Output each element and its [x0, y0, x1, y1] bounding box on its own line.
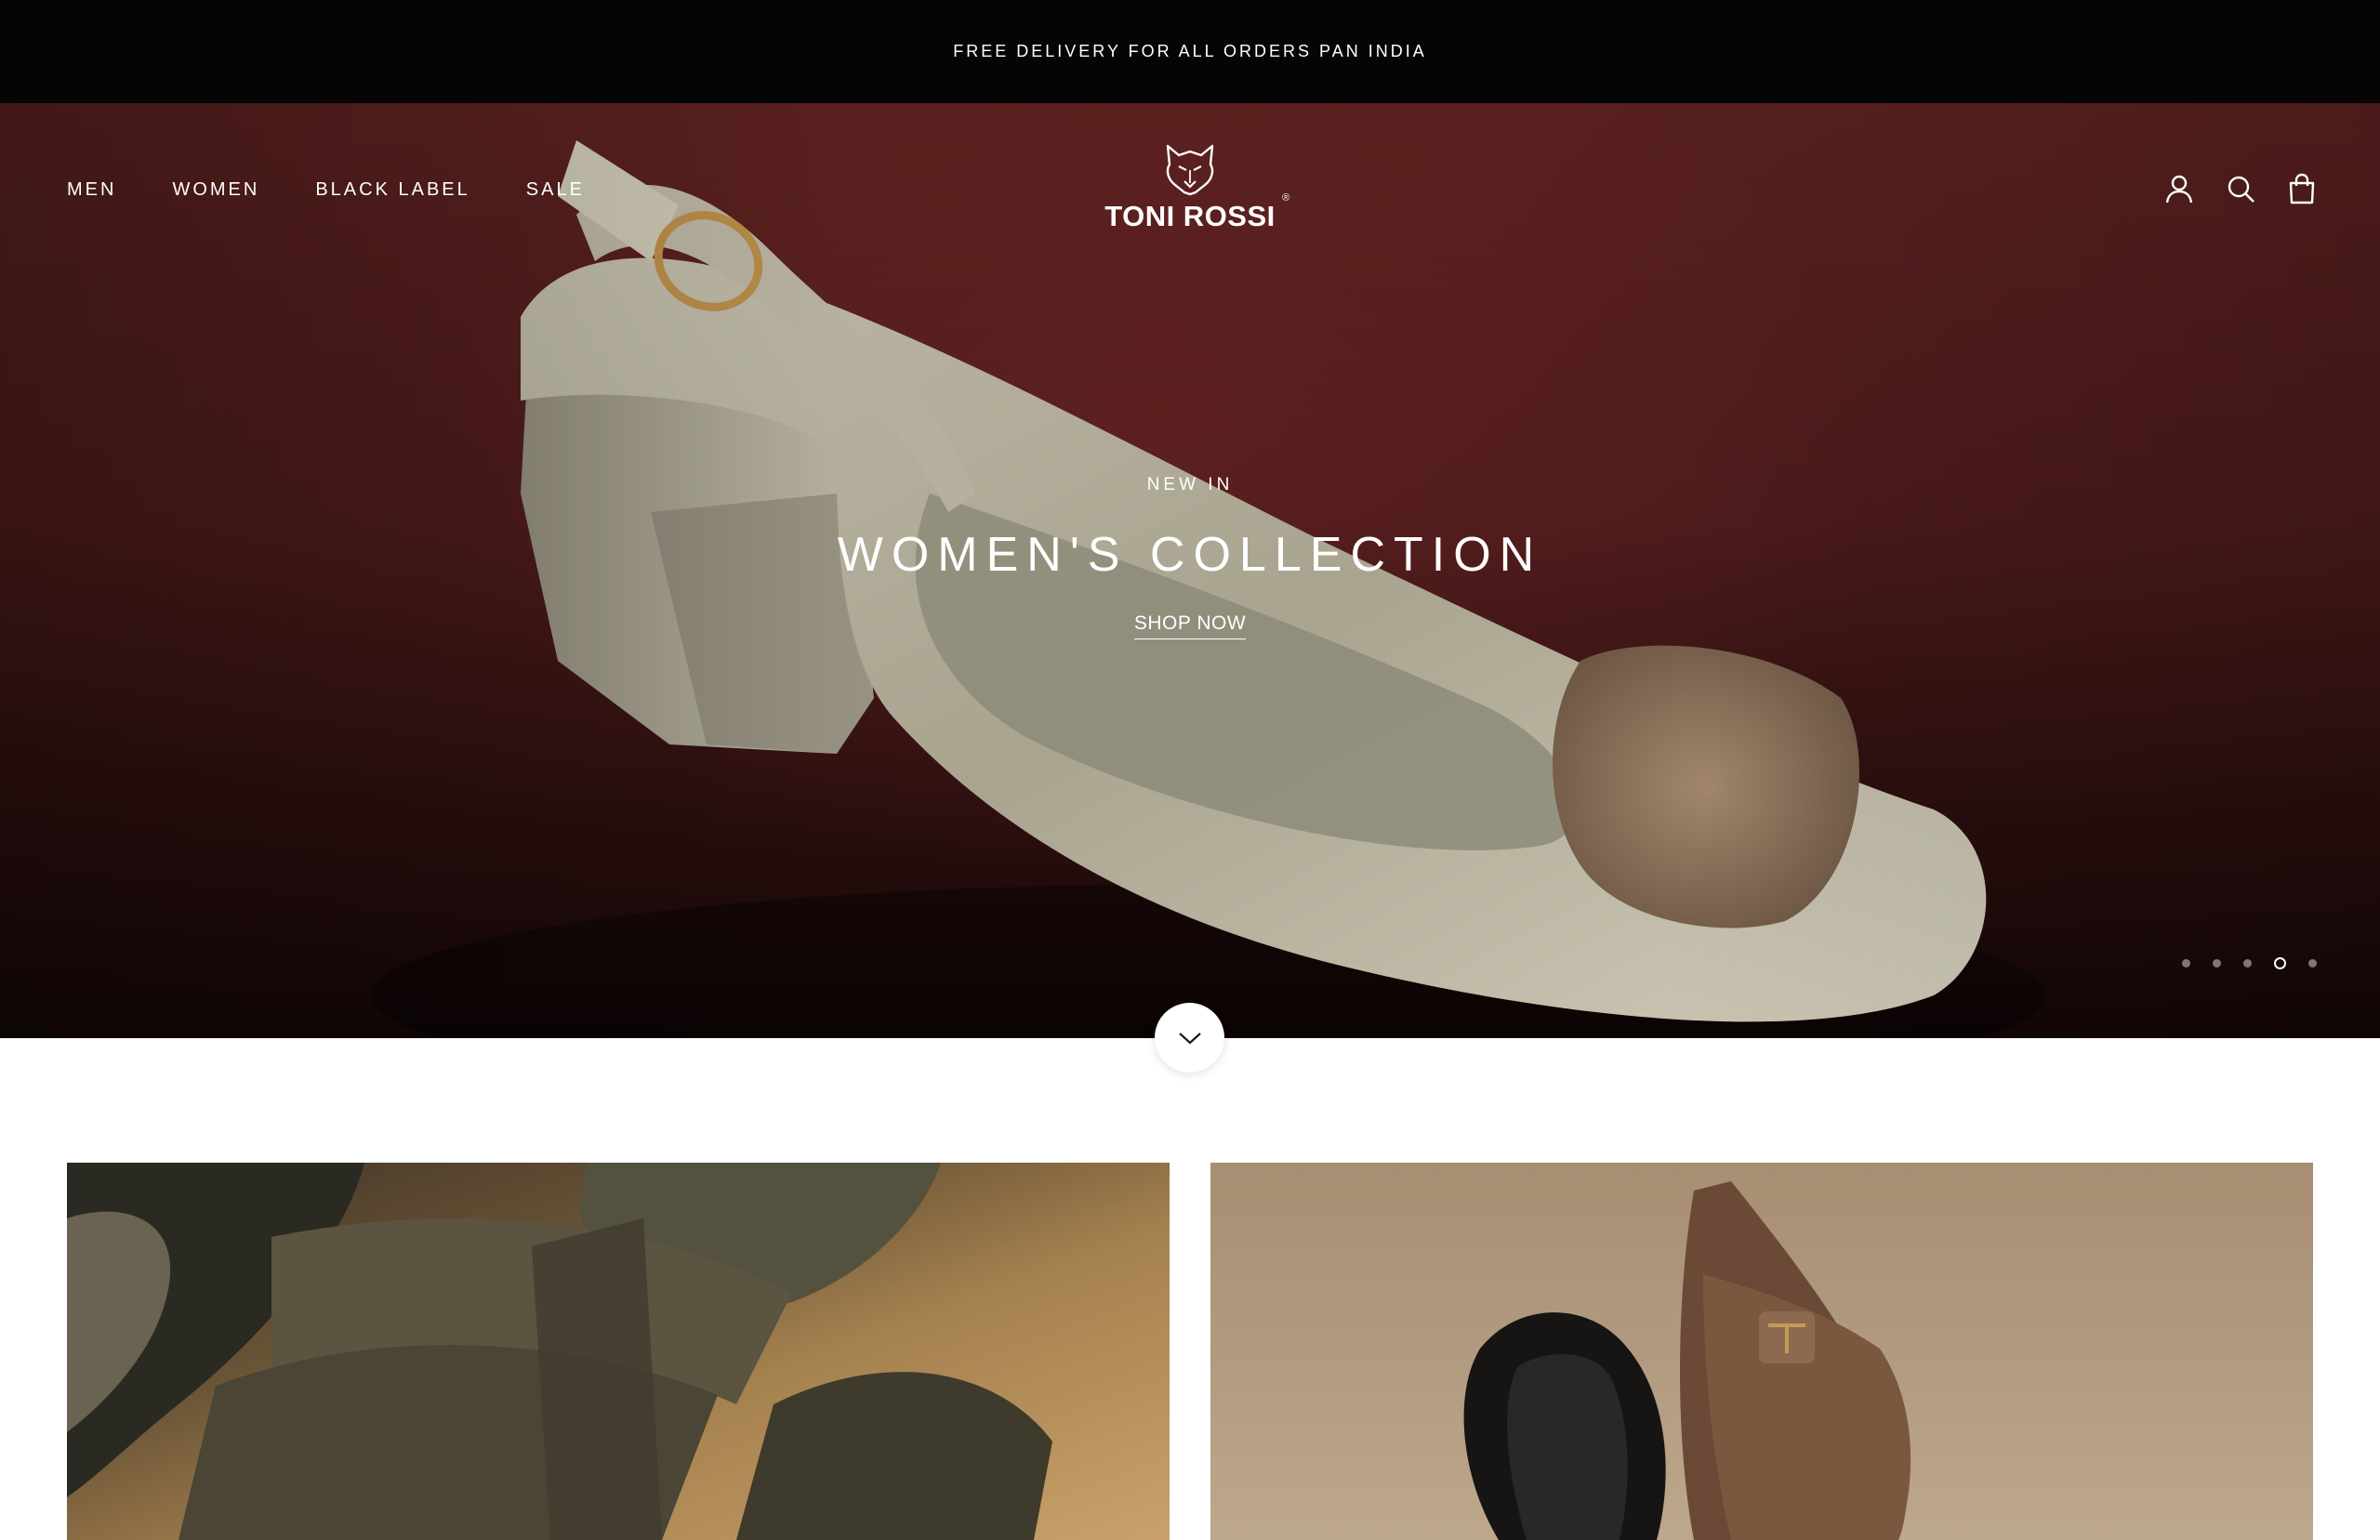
nav-item-women[interactable]: WOMEN	[172, 179, 259, 201]
scroll-down-button[interactable]	[1155, 1003, 1224, 1073]
announcement-bar: FREE DELIVERY FOR ALL ORDERS PAN INDIA	[0, 0, 2380, 103]
chevron-down-icon	[1178, 1032, 1201, 1044]
site-header: MEN WOMEN BLACK LABEL SALE TONI ROSSI ®	[0, 103, 2380, 276]
nav-item-black-label[interactable]: BLACK LABEL	[315, 179, 469, 201]
hero-eyebrow: NEW IN	[1146, 475, 1234, 494]
category-tile-mules[interactable]	[1210, 1163, 2313, 1540]
slide-dot-3[interactable]	[2243, 959, 2252, 967]
sandals-image	[67, 1163, 1052, 1540]
wolf-icon	[1166, 144, 1214, 196]
logo-text: TONI ROSSI ®	[1104, 192, 1289, 233]
slide-dot-5[interactable]	[2308, 959, 2317, 967]
hero-title: WOMEN'S COLLECTION	[837, 528, 1543, 582]
category-tile-sandals[interactable]	[67, 1163, 1170, 1540]
shop-now-link[interactable]: SHOP NOW	[1133, 612, 1247, 639]
brand-logo[interactable]: TONI ROSSI ®	[1097, 142, 1289, 244]
main-nav: MEN WOMEN BLACK LABEL SALE	[67, 179, 641, 201]
slide-dot-2[interactable]	[2213, 959, 2221, 967]
nav-item-sale[interactable]: SALE	[526, 179, 585, 201]
logo-wordmark: TONI ROSSI	[1104, 200, 1276, 232]
header-actions	[2164, 173, 2317, 204]
slide-pagination	[2182, 957, 2317, 969]
registered-mark: ®	[1282, 192, 1290, 204]
hero-content: NEW IN WOMEN'S COLLECTION SHOP NOW	[0, 475, 2380, 639]
mules-image	[1463, 1181, 1911, 1540]
slide-dot-1[interactable]	[2182, 959, 2190, 967]
announcement-text: FREE DELIVERY FOR ALL ORDERS PAN INDIA	[953, 42, 1427, 60]
account-icon[interactable]	[2164, 173, 2194, 204]
slide-dot-4[interactable]	[2274, 957, 2286, 969]
nav-item-men[interactable]: MEN	[67, 179, 116, 201]
search-icon[interactable]	[2226, 173, 2255, 204]
cart-icon[interactable]	[2287, 173, 2317, 204]
